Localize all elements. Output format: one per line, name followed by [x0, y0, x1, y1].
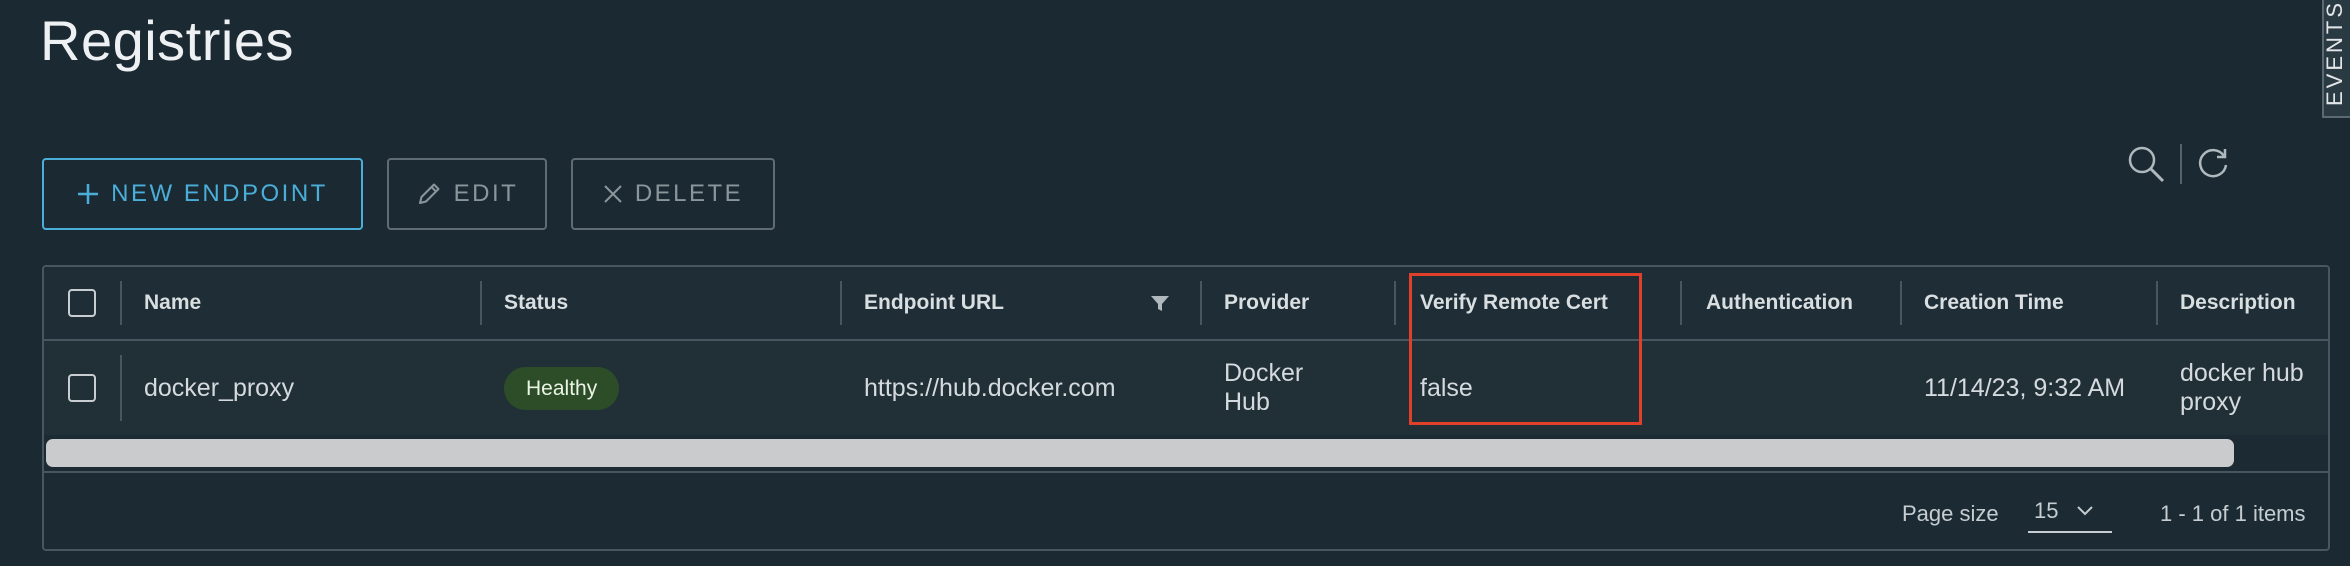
row-select-cell: [68, 341, 96, 435]
cell-provider: Docker Hub: [1224, 359, 1304, 416]
column-divider[interactable]: [120, 281, 122, 325]
events-side-tab[interactable]: EVENTS: [2322, 0, 2350, 118]
select-all-cell: [68, 267, 96, 339]
column-divider[interactable]: [1900, 281, 1902, 325]
grid-tools: [2126, 144, 2230, 184]
column-divider[interactable]: [1680, 281, 1682, 325]
column-header-authentication[interactable]: Authentication: [1706, 267, 1853, 339]
column-header-verify-remote-cert[interactable]: Verify Remote Cert: [1420, 267, 1608, 339]
column-divider[interactable]: [480, 281, 482, 325]
registries-page: Registries EVENTS NEW ENDPOINT EDIT DELE…: [0, 0, 2350, 566]
horizontal-scrollbar[interactable]: [44, 435, 2328, 471]
endpoint-url-filter[interactable]: [1150, 267, 1170, 339]
new-endpoint-button[interactable]: NEW ENDPOINT: [42, 158, 363, 230]
column-divider[interactable]: [2156, 281, 2158, 325]
column-divider[interactable]: [1394, 281, 1396, 325]
delete-button[interactable]: DELETE: [571, 158, 775, 230]
column-header-status[interactable]: Status: [504, 267, 568, 339]
items-summary: 1 - 1 of 1 items: [2160, 501, 2306, 526]
cell-verify-remote-cert: false: [1420, 373, 1473, 402]
select-all-checkbox[interactable]: [68, 289, 96, 317]
pencil-icon: [418, 183, 440, 204]
cell-endpoint-url: https://hub.docker.com: [864, 373, 1116, 402]
column-header-description[interactable]: Description: [2180, 267, 2296, 339]
column-header-provider[interactable]: Provider: [1224, 267, 1309, 339]
close-icon: [604, 185, 622, 203]
status-badge: Healthy: [504, 366, 620, 410]
delete-label: DELETE: [634, 180, 744, 207]
events-tab-label: EVENTS: [2322, 0, 2347, 106]
edit-label: EDIT: [453, 180, 519, 207]
cell-description: docker hub proxy: [2180, 359, 2304, 416]
page-size-label: Page size: [1902, 501, 1999, 526]
page-title: Registries: [40, 9, 294, 72]
grid-footer: Page size 15 1 - 1 of 1 items: [44, 471, 2328, 549]
filter-icon: [1151, 296, 1169, 311]
column-divider[interactable]: [1200, 281, 1202, 325]
column-header-creation-time[interactable]: Creation Time: [1924, 267, 2064, 339]
scrollbar-thumb[interactable]: [46, 439, 2234, 467]
column-divider[interactable]: [840, 281, 842, 325]
refresh-icon[interactable]: [2196, 147, 2230, 181]
cell-status: Healthy: [504, 341, 620, 435]
cell-authentication: [1706, 341, 1886, 435]
column-header-name[interactable]: Name: [144, 267, 201, 339]
plus-icon: [78, 184, 99, 204]
row-checkbox[interactable]: [68, 374, 96, 402]
registries-grid: Name Status Endpoint URL Provider Verify…: [42, 265, 2330, 551]
row-divider: [120, 355, 122, 421]
cell-name[interactable]: docker_proxy: [144, 341, 464, 435]
edit-button[interactable]: EDIT: [387, 158, 547, 230]
chevron-down-icon: [2077, 506, 2094, 516]
search-icon[interactable]: [2126, 144, 2166, 184]
column-header-endpoint-url[interactable]: Endpoint URL: [864, 267, 1004, 339]
page-size-value: 15: [2034, 498, 2059, 523]
tool-divider: [2180, 144, 2182, 184]
cell-creation-time: 11/14/23, 9:32 AM: [1924, 373, 2126, 402]
new-endpoint-label: NEW ENDPOINT: [111, 180, 328, 207]
page-size-select[interactable]: 15: [2028, 491, 2112, 533]
